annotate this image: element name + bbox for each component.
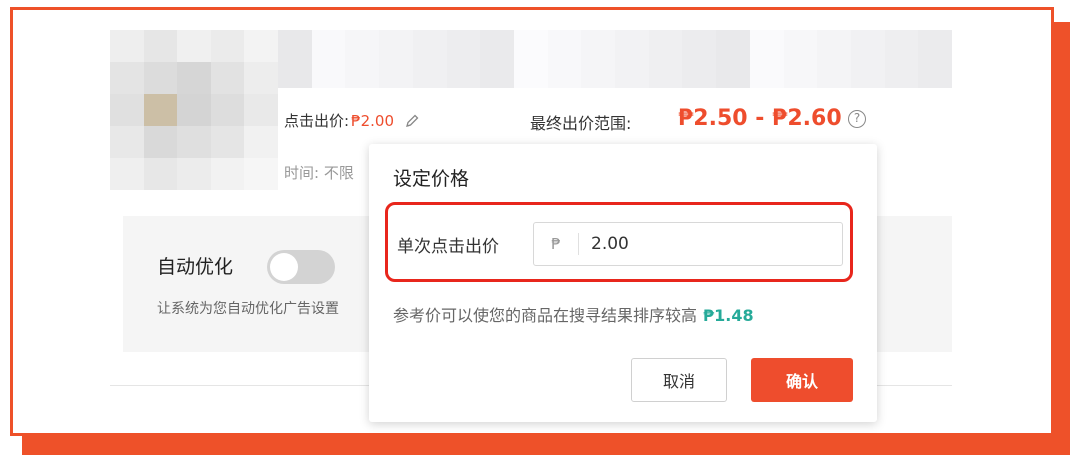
edit-pencil-icon[interactable] — [404, 113, 420, 129]
blur-cell — [110, 62, 144, 94]
blur-cell — [210, 30, 245, 62]
click-bid-label: 点击出价: — [284, 112, 350, 130]
final-bid-range-value: ₱2.50 - ₱2.60 — [678, 106, 842, 131]
blur-cell — [210, 62, 245, 94]
blur-cell — [244, 94, 278, 126]
blur-cell — [110, 126, 144, 158]
blur-cell — [143, 158, 178, 190]
blur-cell — [177, 126, 211, 158]
blur-cell — [480, 30, 514, 59]
blur-cell — [244, 158, 278, 190]
cpc-bid-label: 单次点击出价 — [397, 237, 499, 257]
blur-cell — [177, 30, 211, 62]
blur-cell — [547, 30, 582, 59]
blur-cell — [884, 30, 919, 59]
blur-cell — [581, 59, 615, 88]
blur-cell — [615, 59, 649, 88]
peso-currency-icon: ₱ — [534, 233, 579, 255]
blur-cell — [749, 30, 784, 59]
blur-cell — [177, 94, 211, 126]
auto-optimize-title: 自动优化 — [157, 256, 234, 278]
blur-cell — [716, 59, 750, 88]
blur-cell — [244, 30, 278, 62]
blur-cell — [210, 158, 245, 190]
blur-cell — [177, 62, 211, 94]
blur-cell — [143, 94, 178, 126]
reference-price-note: 参考价可以使您的商品在搜寻结果排序较高 ₱1.48 — [393, 302, 754, 326]
blur-cell — [850, 59, 885, 88]
help-icon[interactable]: ? — [848, 110, 866, 128]
blur-cell — [177, 158, 211, 190]
blur-cell — [345, 59, 380, 88]
blur-cell — [615, 30, 649, 59]
auto-optimize-description: 让系统为您自动优化广告设置 — [157, 301, 339, 317]
blur-cell — [513, 59, 548, 88]
product-thumbnail — [110, 30, 278, 190]
final-bid-range-label: 最终出价范围: — [530, 114, 632, 133]
reference-price-value: ₱1.48 — [703, 306, 754, 325]
click-bid-row: 点击出价: ₱2.00 — [284, 110, 420, 131]
product-title-blurred — [278, 30, 952, 88]
cancel-button[interactable]: 取消 — [631, 358, 727, 402]
blur-cell — [412, 30, 447, 59]
blur-cell — [513, 30, 548, 59]
blur-cell — [143, 30, 178, 62]
set-price-popover: 设定价格 单次点击出价 ₱ 参考价可以使您的商品在搜寻结果排序较高 ₱1.48 取… — [369, 144, 877, 422]
auto-optimize-toggle[interactable] — [267, 250, 335, 284]
blur-cell — [749, 59, 784, 88]
blur-cell — [682, 59, 717, 88]
blur-cell — [110, 158, 144, 190]
blur-cell — [143, 62, 178, 94]
blur-cell — [345, 30, 380, 59]
blur-cell — [311, 30, 346, 59]
click-bid-value: ₱2.00 — [351, 111, 395, 130]
cpc-bid-field[interactable]: ₱ — [533, 222, 843, 266]
blur-cell — [244, 62, 278, 94]
cpc-bid-input[interactable] — [579, 233, 833, 255]
blur-cell — [783, 59, 818, 88]
blur-cell — [210, 94, 245, 126]
blur-cell — [648, 59, 683, 88]
confirm-button[interactable]: 确认 — [751, 358, 853, 402]
blur-cell — [817, 59, 851, 88]
blur-cell — [884, 59, 919, 88]
blur-cell — [648, 30, 683, 59]
blur-cell — [446, 59, 481, 88]
blur-cell — [783, 30, 818, 59]
blur-cell — [682, 30, 717, 59]
blur-cell — [446, 30, 481, 59]
blur-cell — [918, 59, 952, 88]
blur-cell — [110, 30, 144, 62]
blur-cell — [918, 30, 952, 59]
time-label: 时间: 不限 — [284, 164, 354, 182]
blur-cell — [480, 59, 514, 88]
reference-price-text: 参考价可以使您的商品在搜寻结果排序较高 — [393, 306, 698, 325]
blur-cell — [547, 59, 582, 88]
blur-cell — [278, 59, 312, 88]
blur-cell — [244, 126, 278, 158]
blur-cell — [210, 126, 245, 158]
blur-cell — [311, 59, 346, 88]
blur-cell — [143, 126, 178, 158]
blur-cell — [817, 30, 851, 59]
popover-title: 设定价格 — [393, 168, 470, 190]
blur-cell — [850, 30, 885, 59]
blur-cell — [412, 59, 447, 88]
blur-cell — [110, 94, 144, 126]
blur-cell — [379, 30, 413, 59]
blur-cell — [379, 59, 413, 88]
blur-cell — [278, 30, 312, 59]
blur-cell — [716, 30, 750, 59]
blur-cell — [581, 30, 615, 59]
